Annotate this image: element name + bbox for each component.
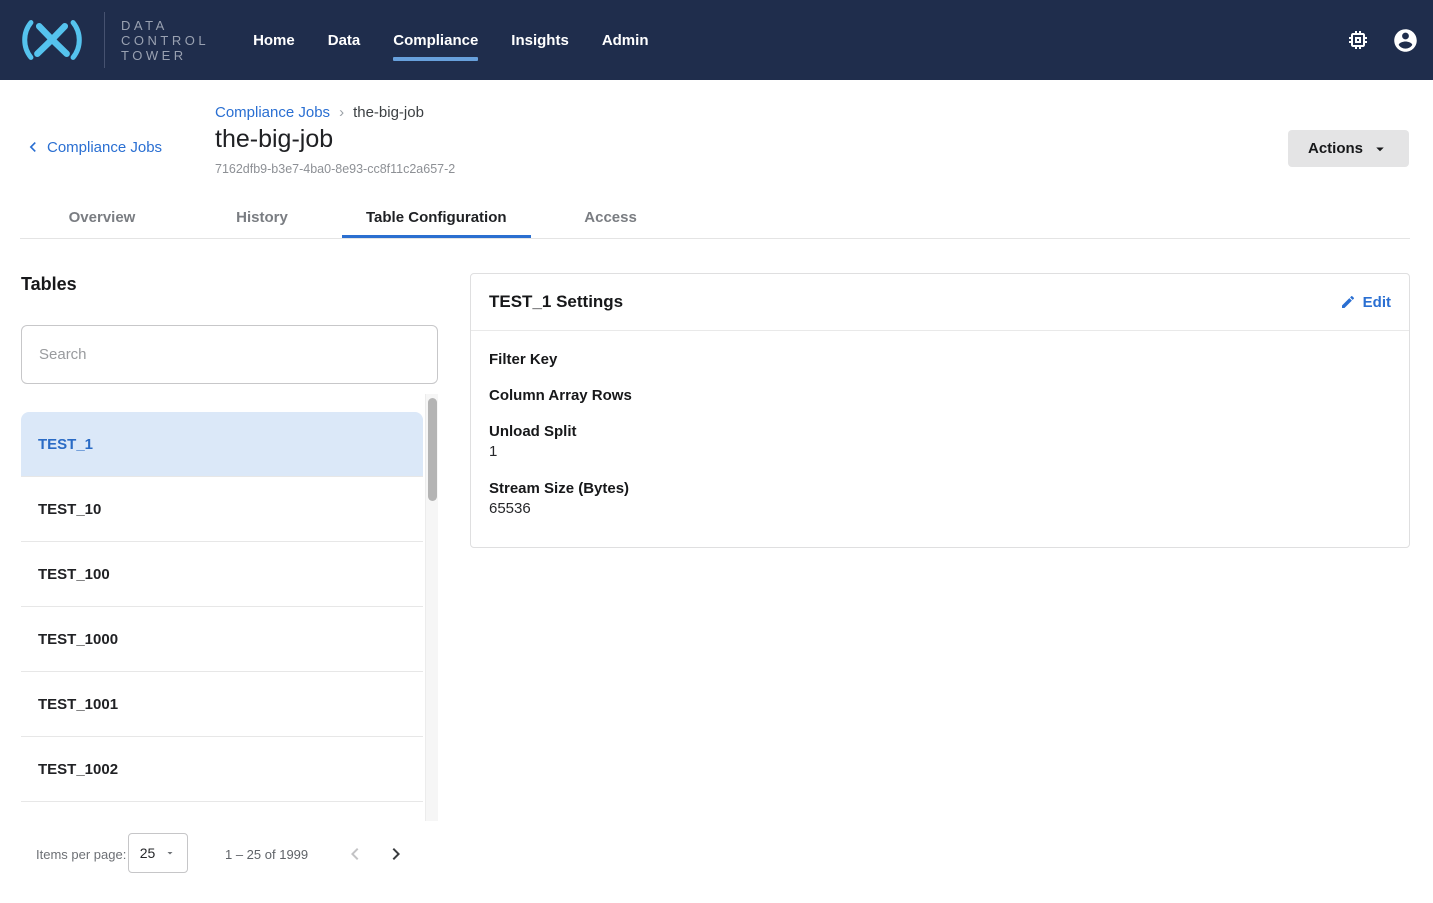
list-item[interactable]: TEST_1 bbox=[21, 412, 423, 477]
breadcrumb-separator-icon: › bbox=[339, 104, 344, 121]
field-value: 1 bbox=[489, 442, 1391, 462]
list-item-label: TEST_100 bbox=[38, 566, 110, 583]
nav-item-data[interactable]: Data bbox=[328, 26, 361, 55]
settings-field: Column Array Rows bbox=[489, 386, 1391, 405]
settings-field: Unload Split1 bbox=[489, 422, 1391, 462]
dct-logo-icon bbox=[14, 18, 90, 62]
list-item[interactable]: TEST_100 bbox=[21, 542, 423, 607]
chevron-left-icon bbox=[23, 137, 43, 157]
list-item-label: TEST_1002 bbox=[38, 761, 118, 778]
breadcrumb: Compliance Jobs › the-big-job bbox=[215, 104, 424, 121]
tab-table-configuration[interactable]: Table Configuration bbox=[342, 196, 531, 238]
settings-header: TEST_1 Settings Edit bbox=[471, 274, 1409, 331]
brand-logo[interactable]: DATA CONTROL TOWER bbox=[14, 12, 209, 68]
page: DATA CONTROL TOWER Home Data Compliance Ins… bbox=[0, 0, 1433, 903]
list-scrollbar-track[interactable] bbox=[425, 394, 438, 821]
items-per-page-select[interactable]: 25 bbox=[128, 833, 188, 873]
field-label: Filter Key bbox=[489, 350, 1391, 369]
list-item[interactable]: TEST_1002 bbox=[21, 737, 423, 802]
tab-bar: OverviewHistoryTable ConfigurationAccess bbox=[22, 196, 691, 238]
field-value: 65536 bbox=[489, 499, 1391, 519]
tables-list: TEST_1 TEST_10 TEST_100 TEST_1000 TEST_1001 T… bbox=[21, 393, 438, 822]
nav-item-admin[interactable]: Admin bbox=[602, 26, 649, 55]
job-uuid: 7162dfb9-b3e7-4ba0-8e93-cc8f11c2a657-2 bbox=[215, 162, 455, 176]
tab-history[interactable]: History bbox=[182, 196, 342, 238]
previous-page-button[interactable] bbox=[343, 842, 367, 866]
list-item-label: TEST_1 bbox=[38, 436, 93, 453]
tab-overview[interactable]: Overview bbox=[22, 196, 182, 238]
navbar-right bbox=[1346, 27, 1419, 54]
breadcrumb-current: the-big-job bbox=[353, 104, 424, 121]
tabs-divider bbox=[20, 238, 1410, 239]
edit-button-label: Edit bbox=[1363, 294, 1391, 311]
pagination-range: 1 – 25 of 1999 bbox=[225, 847, 308, 862]
list-item[interactable]: TEST_1000 bbox=[21, 607, 423, 672]
top-navbar: DATA CONTROL TOWER Home Data Compliance Ins… bbox=[0, 0, 1433, 80]
table-settings-card: TEST_1 Settings Edit Filter Key Column Ar… bbox=[470, 273, 1410, 548]
dropdown-caret-icon bbox=[1371, 140, 1389, 158]
list-scrollbar-thumb[interactable] bbox=[428, 398, 437, 501]
list-item[interactable]: TEST_1001 bbox=[21, 672, 423, 737]
tables-rows: TEST_1 TEST_10 TEST_100 TEST_1000 TEST_1001 T… bbox=[21, 393, 438, 822]
pagination-bar: Items per page: 25 1 – 25 of 1999 bbox=[0, 832, 460, 880]
tab-access[interactable]: Access bbox=[531, 196, 691, 238]
settings-field: Filter Key bbox=[489, 350, 1391, 369]
nav-items: Home Data Compliance Insights Admin bbox=[253, 26, 648, 55]
field-label: Stream Size (Bytes) bbox=[489, 479, 1391, 498]
brand-line-1: DATA bbox=[121, 18, 209, 33]
list-item-label: TEST_1000 bbox=[38, 631, 118, 648]
actions-button-label: Actions bbox=[1308, 140, 1363, 157]
list-item-partial[interactable] bbox=[21, 802, 423, 822]
brand-separator bbox=[104, 12, 105, 68]
account-icon[interactable] bbox=[1392, 27, 1419, 54]
nav-item-compliance[interactable]: Compliance bbox=[393, 26, 478, 55]
settings-title: TEST_1 Settings bbox=[489, 292, 623, 312]
nav-item-home[interactable]: Home bbox=[253, 26, 295, 55]
edit-button[interactable]: Edit bbox=[1340, 294, 1391, 311]
next-page-button[interactable] bbox=[384, 842, 408, 866]
back-link-compliance-jobs[interactable]: Compliance Jobs bbox=[23, 137, 162, 157]
brand-wordmark: DATA CONTROL TOWER bbox=[121, 18, 209, 63]
pencil-icon bbox=[1340, 294, 1356, 310]
list-item-label: TEST_1001 bbox=[38, 696, 118, 713]
chevron-left-icon bbox=[343, 842, 367, 866]
breadcrumb-parent-link[interactable]: Compliance Jobs bbox=[215, 104, 330, 121]
nav-item-insights[interactable]: Insights bbox=[511, 26, 569, 55]
tables-heading: Tables bbox=[21, 274, 77, 295]
actions-button[interactable]: Actions bbox=[1288, 130, 1409, 167]
settings-field: Stream Size (Bytes)65536 bbox=[489, 479, 1391, 519]
page-title: the-big-job bbox=[215, 125, 333, 154]
brand-line-3: TOWER bbox=[121, 48, 209, 63]
list-item[interactable]: TEST_10 bbox=[21, 477, 423, 542]
settings-body: Filter Key Column Array Rows Unload Split1… bbox=[471, 331, 1409, 519]
chevron-right-icon bbox=[384, 842, 408, 866]
search-input[interactable] bbox=[21, 325, 438, 384]
field-label: Unload Split bbox=[489, 422, 1391, 441]
back-link-label: Compliance Jobs bbox=[47, 139, 162, 156]
list-item-label: TEST_10 bbox=[38, 501, 101, 518]
items-per-page-label: Items per page: bbox=[36, 847, 126, 862]
field-label: Column Array Rows bbox=[489, 386, 1391, 405]
brand-line-2: CONTROL bbox=[121, 33, 209, 48]
items-per-page-value: 25 bbox=[140, 845, 156, 861]
dropdown-caret-icon bbox=[164, 847, 176, 859]
chip-settings-icon[interactable] bbox=[1346, 28, 1370, 52]
